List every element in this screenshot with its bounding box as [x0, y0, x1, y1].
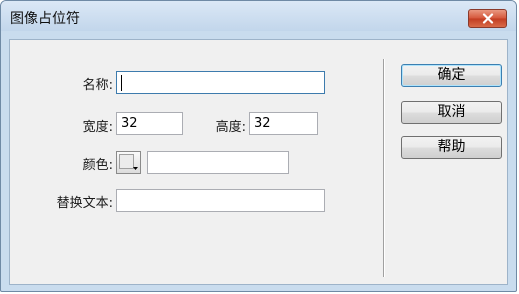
help-button[interactable]: 帮助: [401, 136, 502, 159]
color-swatch: [119, 154, 134, 169]
name-label: 名称:: [82, 78, 113, 93]
color-hex-field[interactable]: [147, 151, 289, 174]
alt-text-field[interactable]: [116, 189, 325, 212]
title-bar: 图像占位符: [1, 1, 516, 31]
width-field[interactable]: 32: [116, 112, 183, 135]
alt-text-label: 替换文本:: [56, 196, 113, 211]
color-picker-button[interactable]: [116, 151, 141, 174]
height-label: 高度:: [215, 120, 246, 135]
cancel-button[interactable]: 取消: [401, 101, 502, 124]
color-label: 颜色:: [82, 158, 113, 173]
triangle-down-icon: [133, 167, 138, 170]
ok-button[interactable]: 确定: [401, 64, 502, 87]
height-field[interactable]: 32: [249, 112, 318, 135]
name-field[interactable]: [116, 71, 325, 94]
image-placeholder-dialog: 图像占位符 名称: 宽度: 32 高度: 32 颜色: 替换文本: 确定 取消: [0, 0, 517, 292]
dialog-title: 图像占位符: [10, 11, 80, 27]
width-label: 宽度:: [82, 120, 113, 135]
dialog-body: 名称: 宽度: 32 高度: 32 颜色: 替换文本: 确定 取消 帮助: [9, 39, 508, 285]
close-icon: [482, 13, 494, 24]
close-button[interactable]: [468, 9, 507, 28]
vertical-divider: [383, 59, 385, 277]
text-caret: [121, 75, 122, 91]
